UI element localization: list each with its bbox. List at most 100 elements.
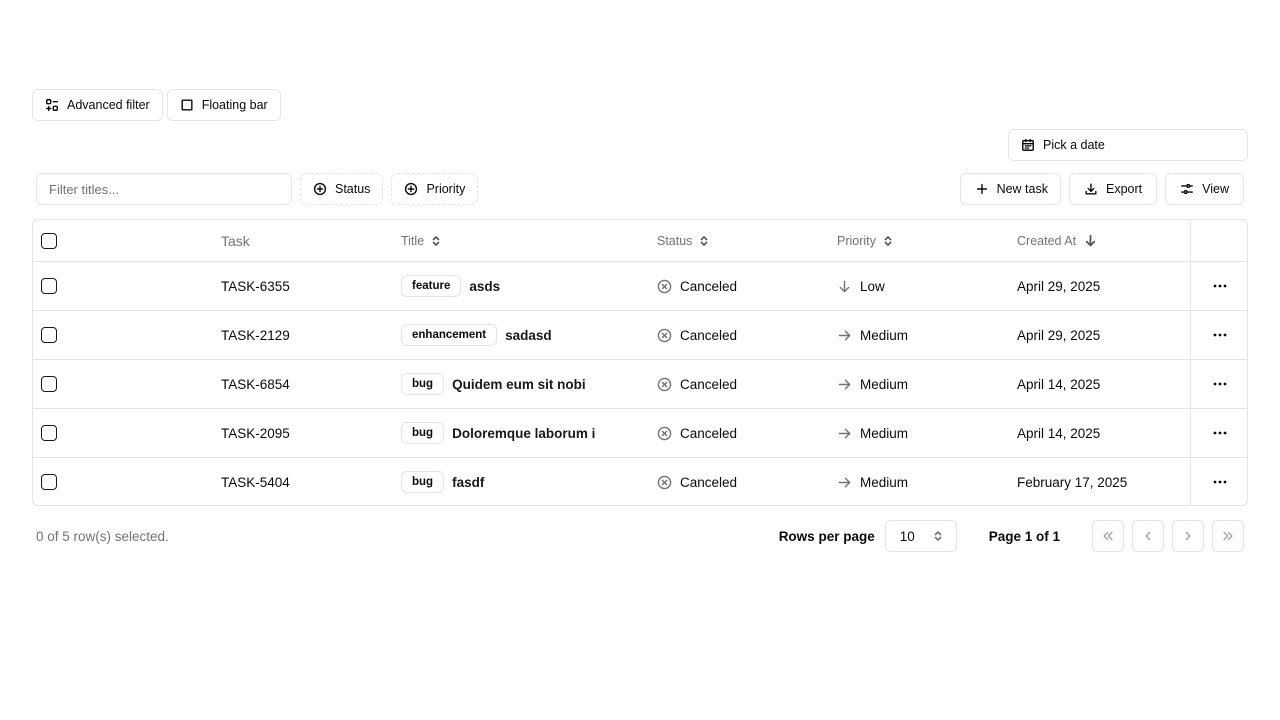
calendar-icon — [1022, 138, 1034, 151]
row-checkbox[interactable] — [41, 327, 57, 343]
title-cell: bug fasdf — [401, 458, 484, 505]
actions-cell — [1190, 360, 1247, 408]
select-all-checkbox[interactable] — [41, 232, 57, 249]
row-checkbox-cell — [41, 360, 57, 408]
header-checkbox-cell — [41, 220, 57, 261]
date-picker-button[interactable]: Pick a date — [1008, 129, 1248, 161]
checkbox-square-icon — [181, 99, 193, 111]
more-horizontal-icon — [1213, 284, 1226, 288]
export-button[interactable]: Export — [1068, 173, 1158, 205]
header-priority-label: Priority — [837, 233, 876, 248]
status-filter-button[interactable]: Status — [300, 173, 384, 205]
plus-circle-icon — [313, 182, 327, 196]
chevrons-right-icon — [1223, 531, 1233, 541]
table-toolbar: Status Priority New task Export View — [36, 173, 1244, 205]
title-cell: bug Doloremque laborum i — [401, 409, 595, 457]
label-badge: bug — [401, 422, 445, 444]
row-actions-button[interactable] — [1206, 419, 1234, 447]
floating-bar-button[interactable]: Floating bar — [166, 89, 281, 121]
chevrons-up-down-icon — [701, 235, 708, 246]
row-actions-button[interactable] — [1206, 272, 1234, 300]
task-title: Doloremque laborum i — [452, 425, 596, 441]
more-horizontal-icon — [1213, 382, 1226, 386]
task-id: TASK-6355 — [221, 278, 290, 294]
priority-cell: Medium — [837, 409, 908, 457]
table-row: TASK-6854 bug Quidem eum sit nobi Cancel… — [33, 359, 1247, 408]
title-cell: feature asds — [401, 262, 500, 310]
view-button[interactable]: View — [1165, 173, 1244, 205]
tasks-table: Task Title Status Priority Created At TA… — [32, 219, 1248, 506]
priority-cell: Medium — [837, 458, 908, 505]
actions-cell — [1190, 458, 1247, 505]
arrow-right-icon — [838, 379, 851, 389]
previous-page-button[interactable] — [1132, 520, 1164, 552]
x-circle-icon — [657, 377, 672, 391]
status-filter-label: Status — [335, 182, 371, 196]
table-row: TASK-2129 enhancement sadasd Canceled Me… — [33, 310, 1247, 359]
status-cell: Canceled — [657, 360, 737, 408]
header-created-at[interactable]: Created At — [1017, 220, 1097, 261]
actions-cell — [1190, 409, 1247, 457]
rows-per-page-select[interactable]: 10 — [884, 520, 957, 552]
priority-cell: Medium — [837, 360, 908, 408]
row-checkbox[interactable] — [41, 425, 57, 441]
row-checkbox[interactable] — [41, 474, 57, 490]
priority-text: Medium — [860, 425, 909, 441]
priority-cell: Low — [837, 262, 885, 310]
row-checkbox[interactable] — [41, 376, 57, 392]
status-text: Canceled — [680, 278, 738, 294]
priority-cell: Medium — [837, 311, 908, 359]
header-status-label: Status — [657, 233, 693, 248]
new-task-label: New task — [996, 182, 1048, 196]
created-at: April 14, 2025 — [1017, 376, 1101, 392]
header-priority[interactable]: Priority — [837, 220, 894, 261]
status-cell: Canceled — [657, 409, 737, 457]
status-text: Canceled — [680, 425, 738, 441]
new-task-button[interactable]: New task — [959, 173, 1061, 205]
floating-bar-label: Floating bar — [201, 98, 268, 112]
row-actions-button[interactable] — [1206, 468, 1234, 496]
header-status[interactable]: Status — [657, 220, 710, 261]
filter-titles-input[interactable] — [36, 173, 292, 205]
x-circle-icon — [657, 279, 672, 293]
rows-per-page-label: Rows per page — [778, 528, 875, 544]
status-text: Canceled — [680, 474, 738, 490]
row-checkbox[interactable] — [41, 278, 57, 294]
arrow-right-icon — [838, 330, 851, 340]
created-at: April 14, 2025 — [1017, 425, 1101, 441]
advanced-filter-button[interactable]: Advanced filter — [32, 89, 163, 121]
next-page-button[interactable] — [1172, 520, 1204, 552]
more-horizontal-icon — [1213, 480, 1226, 484]
status-cell: Canceled — [657, 262, 737, 310]
header-created-at-label: Created At — [1017, 233, 1077, 248]
priority-filter-button[interactable]: Priority — [391, 173, 479, 205]
header-title[interactable]: Title — [401, 220, 442, 261]
row-actions-button[interactable] — [1206, 321, 1234, 349]
task-id: TASK-6854 — [221, 376, 290, 392]
header-actions — [1190, 220, 1247, 261]
label-badge: bug — [401, 373, 445, 395]
table-footer: 0 of 5 row(s) selected. Rows per page 10… — [36, 520, 1244, 552]
top-button-group: Advanced filter Floating bar — [32, 89, 281, 121]
row-actions-button[interactable] — [1206, 370, 1234, 398]
row-checkbox-cell — [41, 458, 57, 505]
chevron-left-icon — [1145, 531, 1151, 541]
pager-buttons — [1092, 520, 1244, 552]
priority-text: Low — [860, 278, 885, 294]
task-title: asds — [469, 278, 501, 294]
actions-cell — [1190, 311, 1247, 359]
arrow-down-icon — [1085, 234, 1096, 247]
last-page-button[interactable] — [1212, 520, 1244, 552]
label-badge: feature — [401, 275, 462, 297]
first-page-button[interactable] — [1092, 520, 1124, 552]
title-cell: enhancement sadasd — [401, 311, 552, 359]
actions-cell — [1190, 262, 1247, 310]
x-circle-icon — [657, 426, 672, 440]
table-row: TASK-5404 bug fasdf Canceled Medium Febr… — [33, 457, 1247, 505]
pagination: Rows per page 10 Page 1 of 1 — [779, 520, 1244, 552]
advanced-filter-label: Advanced filter — [67, 98, 150, 112]
header-task: Task — [221, 232, 250, 249]
sliders-icon — [1181, 183, 1194, 195]
plus-icon — [976, 183, 987, 195]
chevrons-up-down-icon — [934, 531, 942, 541]
